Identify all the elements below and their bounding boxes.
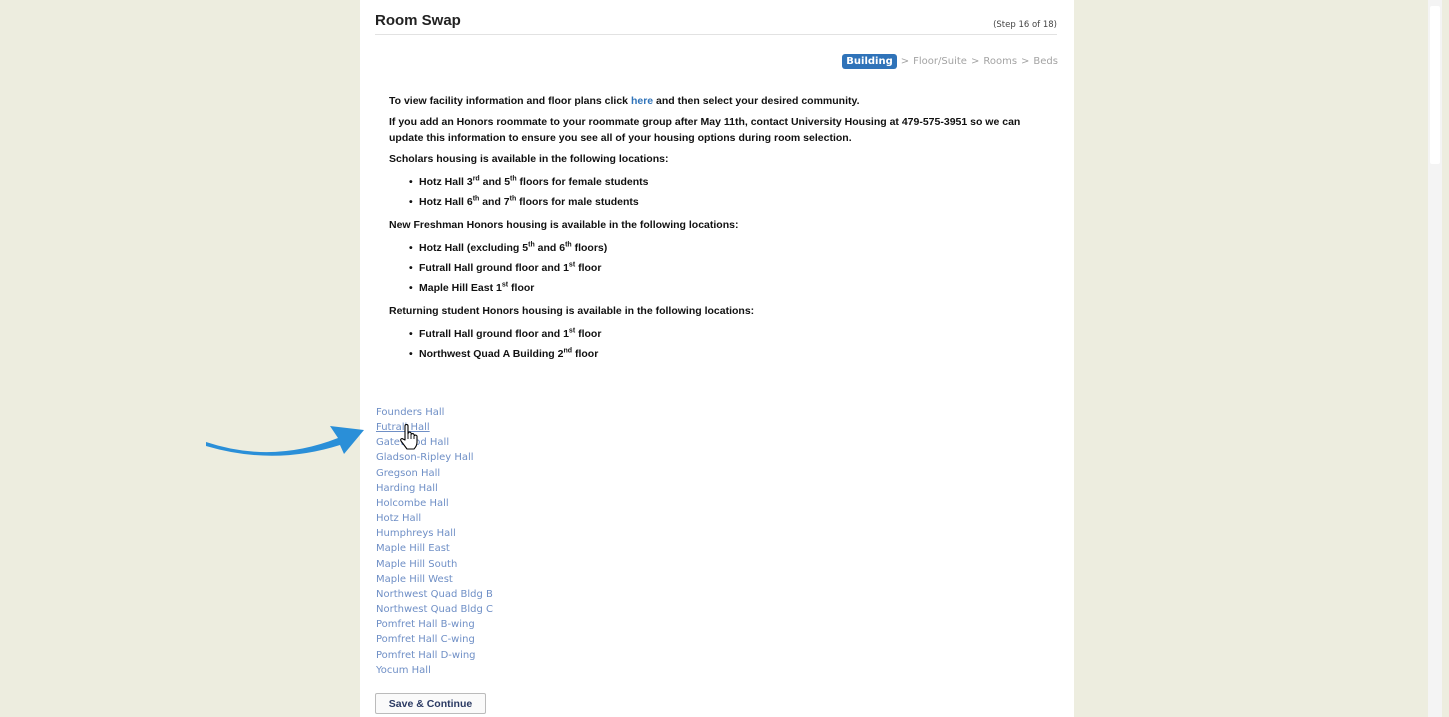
breadcrumb-building: Building (842, 53, 897, 69)
hall-link-gladson-ripley[interactable]: Gladson-Ripley Hall (376, 450, 493, 465)
breadcrumb-separator: > (970, 55, 980, 67)
hall-link-northwest-quad-b[interactable]: Northwest Quad Bldg B (376, 587, 493, 602)
page-header: Room Swap (Step 16 of 18) (375, 10, 1057, 35)
hall-link-humphreys[interactable]: Humphreys Hall (376, 526, 493, 541)
curved-arrow-icon (206, 426, 364, 456)
hall-link-yocum[interactable]: Yocum Hall (376, 663, 493, 678)
scrollbar-thumb[interactable] (1430, 6, 1440, 164)
hall-list: Founders Hall Futrall Hall Gatewood Hall… (376, 405, 493, 678)
breadcrumb-beds: Beds (1033, 55, 1058, 67)
list-item: Hotz Hall 3rd and 5th floors for female … (389, 172, 1049, 192)
step-indicator: (Step 16 of 18) (993, 20, 1057, 30)
breadcrumb: Building > Floor/Suite > Rooms > Beds (842, 52, 1058, 70)
hall-link-maple-hill-west[interactable]: Maple Hill West (376, 572, 493, 587)
breadcrumb-rooms: Rooms (983, 55, 1018, 67)
hall-link-gregson[interactable]: Gregson Hall (376, 466, 493, 481)
hall-link-maple-hill-south[interactable]: Maple Hill South (376, 557, 493, 572)
scrollbar[interactable] (1428, 0, 1442, 717)
list-item: Futrall Hall ground floor and 1st floor (389, 258, 1049, 278)
breadcrumb-floor-suite: Floor/Suite (913, 55, 967, 67)
list-item: Hotz Hall 6th and 7th floors for male st… (389, 192, 1049, 212)
save-continue-button[interactable]: Save & Continue (375, 693, 486, 714)
hall-link-northwest-quad-c[interactable]: Northwest Quad Bldg C (376, 602, 493, 617)
hall-link-hotz[interactable]: Hotz Hall (376, 511, 493, 526)
intro-text: To view facility information and floor p… (389, 95, 860, 107)
scholars-heading: Scholars housing is available in the fol… (389, 153, 669, 165)
hall-link-gatewood[interactable]: Gatewood Hall (376, 435, 493, 450)
list-item: Maple Hill East 1st floor (389, 278, 1049, 298)
here-link[interactable]: here (631, 95, 653, 107)
main-panel: Room Swap (Step 16 of 18) Building > Flo… (360, 0, 1074, 717)
list-item: Northwest Quad A Building 2nd floor (389, 344, 1049, 364)
hall-link-holcombe[interactable]: Holcombe Hall (376, 496, 493, 511)
freshman-list: Hotz Hall (excluding 5th and 6th floors)… (389, 238, 1049, 298)
scholars-list: Hotz Hall 3rd and 5th floors for female … (389, 172, 1049, 212)
list-item: Futrall Hall ground floor and 1st floor (389, 324, 1049, 344)
breadcrumb-separator: > (1021, 55, 1030, 67)
page-title: Room Swap (375, 12, 461, 29)
freshman-heading: New Freshman Honors housing is available… (389, 219, 739, 231)
honors-notice: If you add an Honors roommate to your ro… (389, 116, 1021, 144)
hall-link-pomfret-c[interactable]: Pomfret Hall C-wing (376, 632, 493, 647)
list-item: Hotz Hall (excluding 5th and 6th floors) (389, 238, 1049, 258)
hand-pointer-icon (400, 424, 418, 450)
hall-link-maple-hill-east[interactable]: Maple Hill East (376, 541, 493, 556)
hall-link-pomfret-b[interactable]: Pomfret Hall B-wing (376, 617, 493, 632)
returning-heading: Returning student Honors housing is avai… (389, 305, 755, 317)
hall-link-founders[interactable]: Founders Hall (376, 405, 493, 420)
breadcrumb-separator: > (900, 55, 910, 67)
hall-link-pomfret-d[interactable]: Pomfret Hall D-wing (376, 648, 493, 663)
hall-link-futrall[interactable]: Futrall Hall (376, 420, 493, 435)
hall-link-harding[interactable]: Harding Hall (376, 481, 493, 496)
info-content: To view facility information and floor p… (389, 93, 1049, 369)
returning-list: Futrall Hall ground floor and 1st floor … (389, 324, 1049, 364)
